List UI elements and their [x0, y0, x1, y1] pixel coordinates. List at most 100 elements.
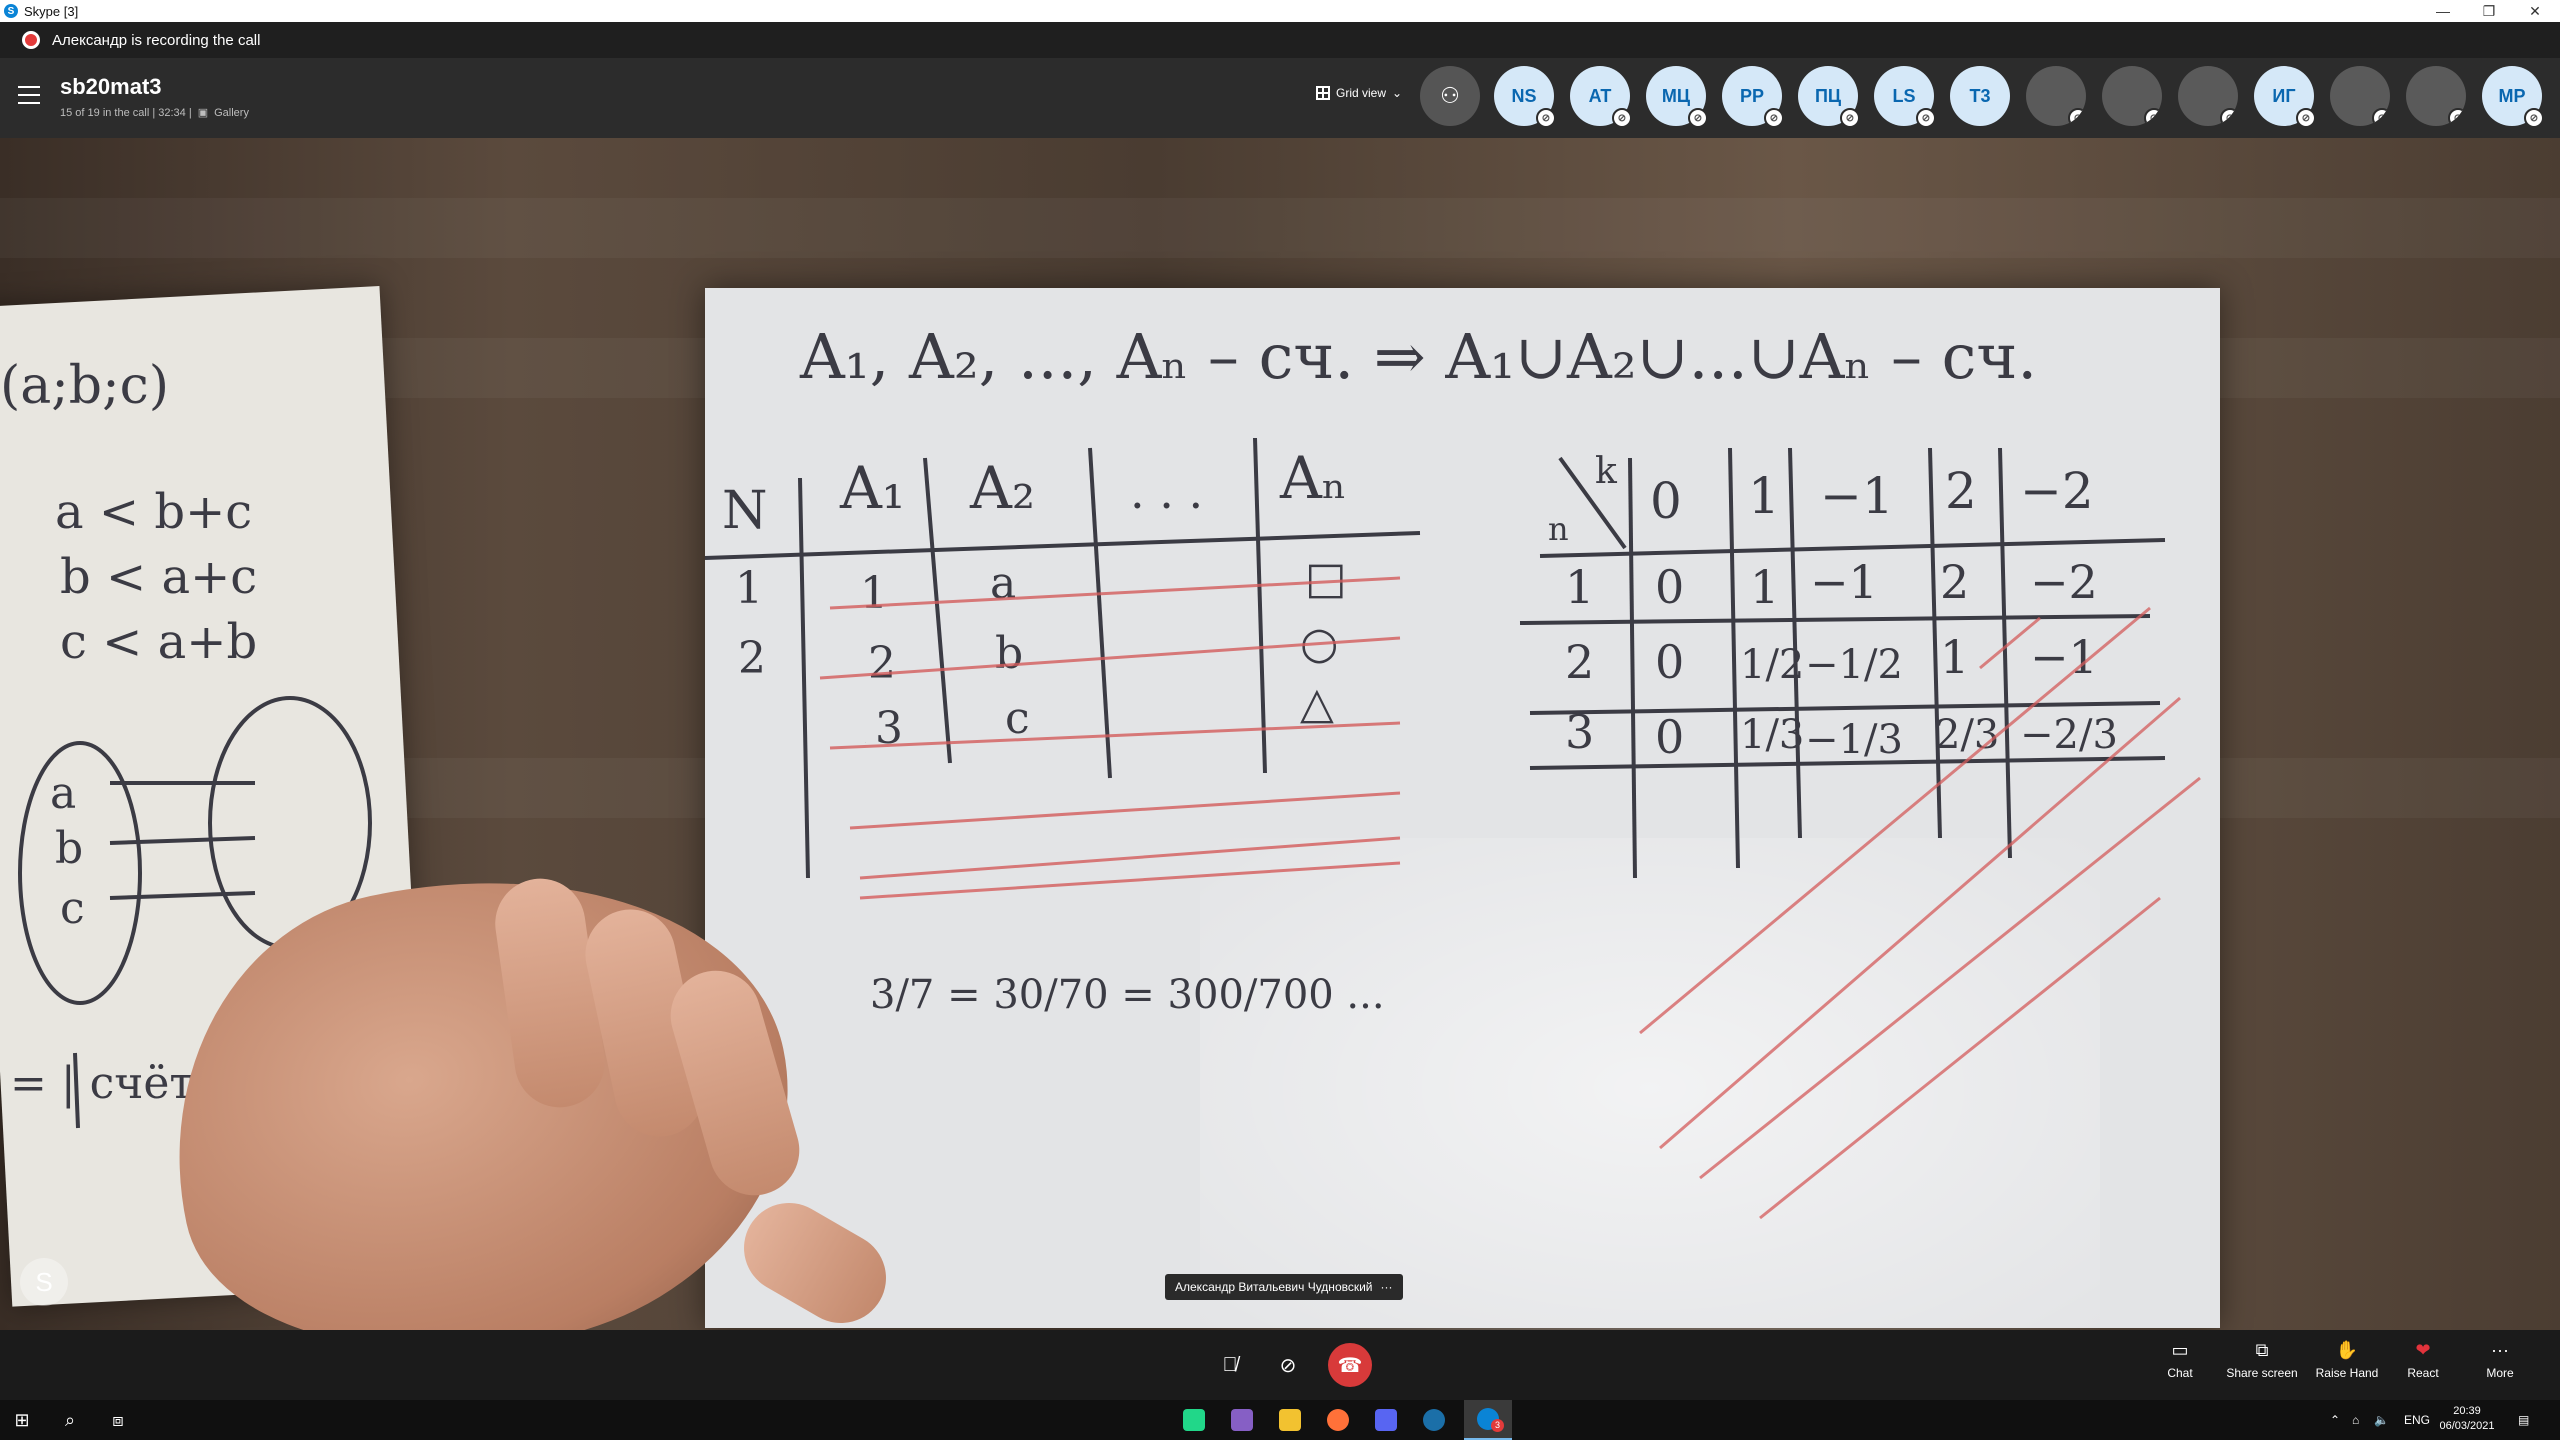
- mic-muted-icon: ⊘: [2372, 108, 2390, 126]
- minimize-icon[interactable]: —: [2420, 0, 2466, 22]
- mic-muted-icon: ⊘: [2144, 108, 2162, 126]
- add-person-icon[interactable]: ⚇: [1420, 66, 1480, 126]
- chat-icon: ▭: [2171, 1340, 2189, 1360]
- right-r2-1: 1/2: [1740, 642, 1804, 688]
- left-row1-an: □: [1305, 553, 1347, 604]
- call-status-text: 15 of 19 in the call | 32:34 |: [60, 106, 192, 119]
- mic-muted-icon: ⊘: [2220, 108, 2238, 126]
- left-sheet-a: a: [50, 768, 76, 819]
- task-view-icon[interactable]: ⧈: [96, 1400, 140, 1440]
- participant-avatar[interactable]: ПЦ ⊘: [1798, 66, 1860, 128]
- window-titlebar: S Skype [3] — ❐ ✕: [0, 0, 2560, 22]
- call-title: sb20mat3: [60, 74, 162, 99]
- chat-button[interactable]: ▭ Chat: [2140, 1340, 2220, 1380]
- participant-photo-avatar[interactable]: ⊘: [2330, 66, 2390, 126]
- recording-icon: [22, 31, 40, 49]
- grid-view-button[interactable]: Grid view ⌄: [1316, 86, 1402, 100]
- right-r1-m2: −2: [2030, 555, 2098, 609]
- mic-muted-icon: ⊘: [1840, 108, 1860, 128]
- steam-icon[interactable]: [1412, 1400, 1456, 1440]
- left-row2-n: 2: [738, 633, 766, 684]
- participant-avatar[interactable]: PP ⊘: [1722, 66, 1784, 128]
- tray-chevron-icon[interactable]: ⌃: [2330, 1400, 2340, 1440]
- participant-photo-avatar[interactable]: ⊘: [2026, 66, 2086, 126]
- participant-photo-avatar[interactable]: ⊘: [2406, 66, 2466, 126]
- gallery-label[interactable]: Gallery: [214, 107, 249, 119]
- left-sheet-ineq3: c < a+b: [60, 614, 257, 670]
- clock[interactable]: 20:39 06/03/2021: [2432, 1404, 2502, 1434]
- volume-icon[interactable]: 🔈: [2374, 1400, 2389, 1440]
- more-button[interactable]: ··· More: [2460, 1340, 2540, 1380]
- right-row-label-n: n: [1548, 510, 1569, 548]
- participant-avatar[interactable]: AT ⊘: [1570, 66, 1632, 128]
- speaker-more-icon[interactable]: ···: [1381, 1280, 1393, 1294]
- speaker-name: Александр Витальевич Чудновский: [1175, 1280, 1373, 1294]
- skype-taskbar-icon[interactable]: 3: [1464, 1400, 1512, 1440]
- left-col-an: Aₙ: [1279, 444, 1347, 512]
- raise-hand-icon: ✋: [2335, 1340, 2359, 1360]
- mic-muted-icon: ⊘: [1688, 108, 1708, 128]
- left-row3-an: △: [1300, 678, 1334, 729]
- pycharm-icon[interactable]: [1172, 1400, 1216, 1440]
- participant-avatar[interactable]: MP ⊘: [2482, 66, 2544, 128]
- right-col-2: 2: [1945, 462, 1977, 520]
- react-label: React: [2407, 1366, 2439, 1380]
- right-col-0: 0: [1650, 472, 1682, 530]
- end-call-icon[interactable]: ☎: [1328, 1343, 1372, 1387]
- participant-avatar[interactable]: ИГ ⊘: [2254, 66, 2316, 128]
- mic-muted-icon: ⊘: [2524, 108, 2544, 128]
- recording-banner: Александр is recording the call: [0, 22, 2560, 58]
- board-header: A₁, A₂, ..., Aₙ – сч. ⇒ A₁∪A₂∪...∪Aₙ – с…: [799, 320, 2037, 393]
- mic-muted-icon: ⊘: [1536, 108, 1556, 128]
- left-col-n: N: [722, 481, 768, 541]
- participant-strip: NS ⊘ AT ⊘ МЦ ⊘ PP ⊘ ПЦ ⊘ LS ⊘ T3 ⊘ ⊘ ⊘ ИГ ⊘ ⊘ ⊘…: [1494, 66, 2544, 128]
- mic-muted-icon: ⊘: [2296, 108, 2316, 128]
- visual-studio-icon[interactable]: [1220, 1400, 1264, 1440]
- right-r3-m1: −1/3: [1805, 717, 1903, 763]
- speaker-name-tag[interactable]: Александр Витальевич Чудновский ···: [1165, 1274, 1403, 1300]
- participant-avatar[interactable]: NS ⊘: [1494, 66, 1556, 128]
- left-row2-a2: b: [995, 628, 1023, 679]
- left-row1-n: 1: [735, 563, 763, 614]
- discord-icon[interactable]: [1364, 1400, 1408, 1440]
- left-sheet-ineq2: b < a+c: [60, 549, 257, 605]
- windows-start-icon[interactable]: ⊞: [0, 1400, 44, 1440]
- video-off-icon[interactable]: ⊘: [1266, 1343, 1310, 1387]
- participant-avatar[interactable]: МЦ ⊘: [1646, 66, 1708, 128]
- mic-muted-icon[interactable]: 🎙̸: [1208, 1343, 1252, 1387]
- right-r3-n: 3: [1565, 705, 1594, 759]
- close-icon[interactable]: ✕: [2512, 0, 2558, 22]
- grid-view-label: Grid view: [1336, 86, 1387, 100]
- notifications-icon[interactable]: ▤: [2518, 1400, 2529, 1440]
- right-r3-0: 0: [1655, 710, 1684, 764]
- participant-avatar[interactable]: LS ⊘: [1874, 66, 1936, 128]
- file-explorer-icon[interactable]: [1268, 1400, 1312, 1440]
- right-col-m1: −1: [1820, 467, 1894, 525]
- participant-avatar[interactable]: T3: [1950, 66, 2010, 126]
- right-r2-0: 0: [1655, 635, 1684, 689]
- gallery-icon: ▣: [197, 107, 209, 119]
- share-screen-button[interactable]: ⧉ Share screen: [2222, 1340, 2302, 1380]
- right-r3-1: 1/3: [1740, 712, 1804, 758]
- raise-hand-label: Raise Hand: [2315, 1366, 2379, 1380]
- mic-muted-icon: ⊘: [2448, 108, 2466, 126]
- firefox-icon[interactable]: [1316, 1400, 1360, 1440]
- skype-badge: 3: [1491, 1419, 1504, 1432]
- react-button[interactable]: ❤ React: [2383, 1340, 2463, 1380]
- heart-icon: ❤: [2415, 1340, 2431, 1360]
- raise-hand-button[interactable]: ✋ Raise Hand: [2307, 1340, 2387, 1380]
- network-icon[interactable]: ⌂: [2352, 1400, 2359, 1440]
- menu-icon[interactable]: [18, 86, 40, 104]
- restore-icon[interactable]: ❐: [2466, 0, 2512, 22]
- participant-photo-avatar[interactable]: ⊘: [2102, 66, 2162, 126]
- share-screen-icon: ⧉: [2255, 1340, 2269, 1360]
- call-header: sb20mat3 15 of 19 in the call | 32:34 | …: [0, 58, 2560, 138]
- left-sheet-triple: (a;b;c): [0, 356, 169, 416]
- grid-icon: [1316, 86, 1330, 100]
- right-r1-2: 2: [1940, 555, 1969, 609]
- language-indicator[interactable]: ENG: [2404, 1400, 2430, 1440]
- mic-muted-icon: ⊘: [2068, 108, 2086, 126]
- participant-photo-avatar[interactable]: ⊘: [2178, 66, 2238, 126]
- search-icon[interactable]: ⌕: [48, 1400, 92, 1440]
- right-r2-m1: −1/2: [1805, 642, 1903, 688]
